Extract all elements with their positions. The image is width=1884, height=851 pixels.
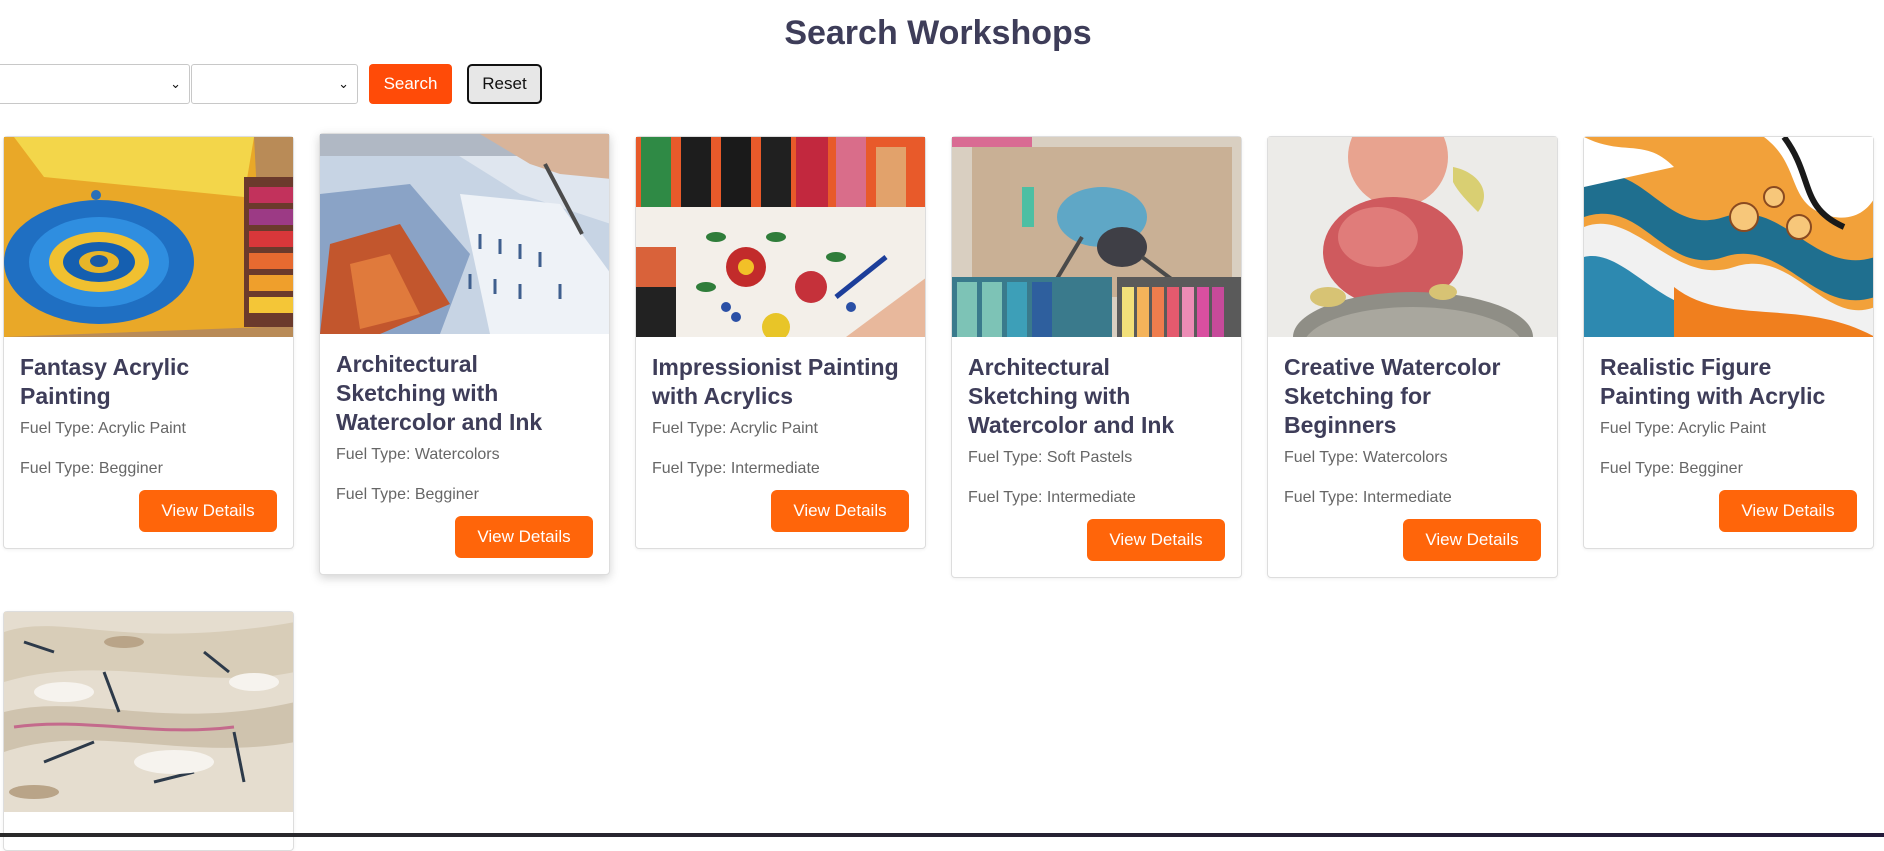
workshop-image — [952, 137, 1241, 337]
view-details-button[interactable]: View Details — [139, 490, 277, 532]
chevron-down-icon: ⌄ — [338, 76, 349, 91]
card-level: Fuel Type: Intermediate — [968, 489, 1136, 506]
card-level: Fuel Type: Begginer — [336, 486, 479, 503]
search-button[interactable]: Search — [369, 64, 452, 104]
workshop-image — [1584, 137, 1873, 337]
card-title: Creative Watercolor Sketching for Beginn… — [1284, 354, 1501, 438]
view-details-button[interactable]: View Details — [1087, 519, 1225, 561]
workshop-card — [3, 611, 294, 851]
card-title: Realistic Figure Painting with Acrylic — [1600, 354, 1826, 409]
card-medium: Fuel Type: Acrylic Paint — [652, 420, 818, 437]
card-medium: Fuel Type: Soft Pastels — [968, 449, 1133, 466]
card-level: Fuel Type: Intermediate — [652, 460, 820, 477]
workshop-image — [4, 137, 293, 337]
view-details-button[interactable]: View Details — [455, 516, 593, 558]
card-title: Impressionist Painting with Acrylics — [652, 354, 899, 409]
card-level: Fuel Type: Intermediate — [1284, 489, 1452, 506]
workshop-card: Architectural Sketching with Watercolor … — [319, 133, 610, 575]
workshop-card: Realistic Figure Painting with Acrylic F… — [1583, 136, 1874, 549]
card-level: Fuel Type: Begginer — [1600, 460, 1743, 477]
workshop-card: Architectural Sketching with Watercolor … — [951, 136, 1242, 578]
card-medium: Fuel Type: Acrylic Paint — [1600, 420, 1766, 437]
card-medium: Fuel Type: Acrylic Paint — [20, 420, 186, 437]
workshop-card: Creative Watercolor Sketching for Beginn… — [1267, 136, 1558, 578]
workshop-image — [636, 137, 925, 337]
workshop-image — [320, 134, 609, 334]
card-medium: Fuel Type: Watercolors — [1284, 449, 1448, 466]
level-select[interactable]: ⌄ — [191, 64, 358, 104]
chevron-down-icon: ⌄ — [170, 76, 181, 91]
card-title: Architectural Sketching with Watercolor … — [968, 354, 1175, 438]
view-details-button[interactable]: View Details — [1719, 490, 1857, 532]
card-level: Fuel Type: Begginer — [20, 460, 163, 477]
view-details-button[interactable]: View Details — [771, 490, 909, 532]
view-details-button[interactable]: View Details — [1403, 519, 1541, 561]
workshop-image — [4, 612, 293, 812]
workshop-card: Impressionist Painting with Acrylics Fue… — [635, 136, 926, 549]
card-title: Architectural Sketching with Watercolor … — [336, 351, 543, 435]
card-medium: Fuel Type: Watercolors — [336, 446, 500, 463]
workshop-image — [1268, 137, 1557, 337]
page-title: Search Workshops — [784, 14, 1092, 52]
card-title: Fantasy Acrylic Painting — [20, 354, 190, 409]
footer-bar — [0, 833, 1884, 837]
workshop-card: Fantasy Acrylic Painting Fuel Type: Acry… — [3, 136, 294, 549]
category-select[interactable]: ⌄ — [0, 64, 190, 104]
reset-button[interactable]: Reset — [467, 64, 542, 104]
